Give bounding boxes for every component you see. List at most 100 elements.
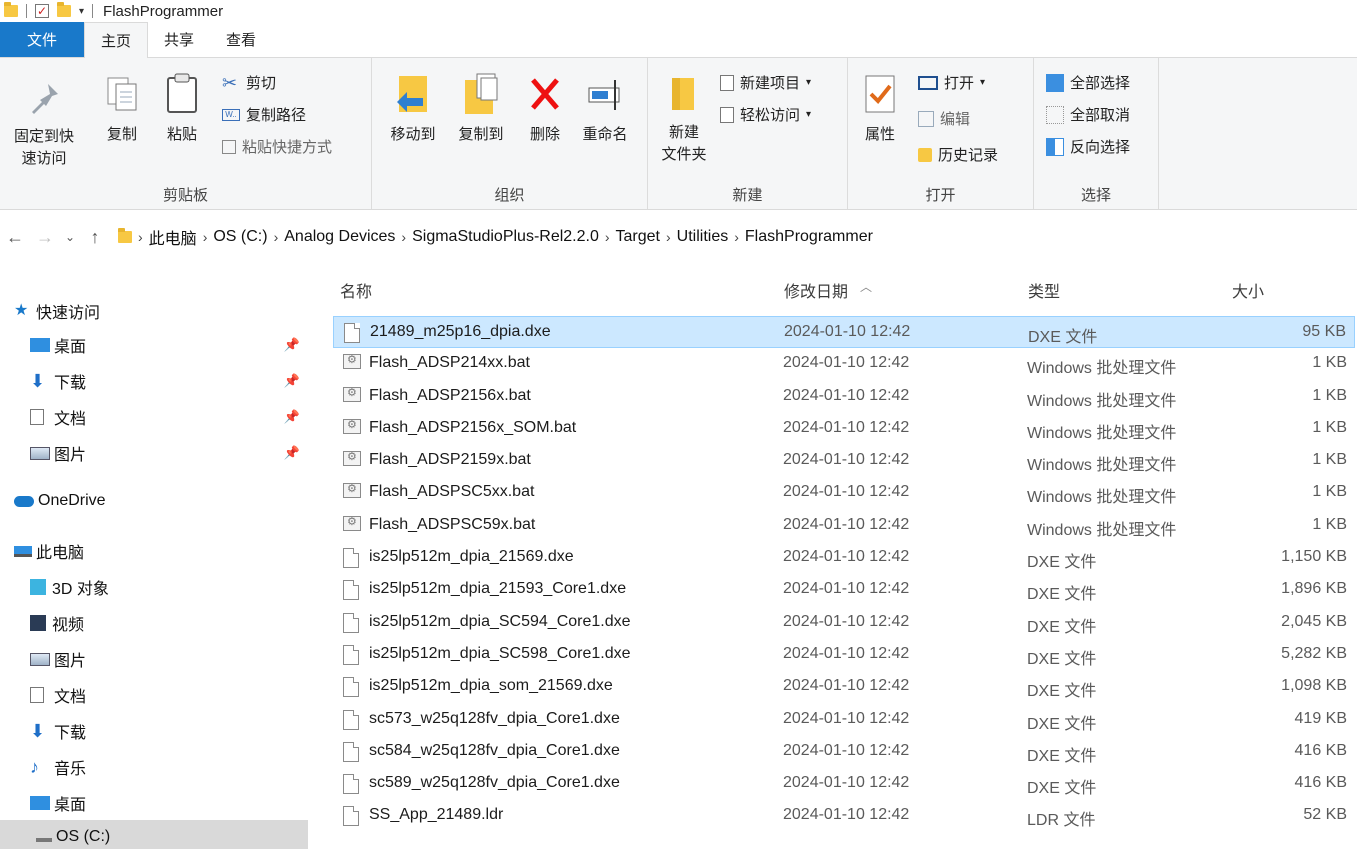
file-row[interactable]: is25lp512m_dpia_som_21569.dxe 2024-01-10 … xyxy=(333,671,1355,703)
pin-icon xyxy=(24,78,64,122)
new-folder-button[interactable]: 新建 文件夹 xyxy=(656,72,712,166)
file-type: Windows 批处理文件 xyxy=(1027,489,1177,507)
pin-icon[interactable]: 📌 xyxy=(284,409,300,425)
delete-button[interactable]: 删除 xyxy=(522,72,568,146)
tab-home[interactable]: 主页 xyxy=(84,22,149,58)
sidebar-item-onedrive[interactable]: OneDrive xyxy=(0,484,308,518)
copy-path-label: 复制路径 xyxy=(246,107,307,124)
pin-icon[interactable]: 📌 xyxy=(284,337,300,353)
paste-shortcut-button[interactable]: 粘贴快捷方式 xyxy=(222,136,332,157)
breadcrumb-item[interactable]: Analog Devices xyxy=(284,228,395,246)
file-row[interactable]: Flash_ADSPSC59x.bat 2024-01-10 12:42 Windo… xyxy=(333,510,1355,542)
file-icon xyxy=(343,709,359,730)
copy-to-button[interactable]: 复制到 xyxy=(448,72,514,146)
sidebar-item-pictures[interactable]: 图片 xyxy=(0,642,308,676)
breadcrumb-separator-icon[interactable]: › xyxy=(401,229,406,245)
copy-path-button[interactable]: W.. 复制路径 xyxy=(222,104,306,125)
customize-dropdown-icon[interactable]: ▾ xyxy=(79,6,84,17)
file-row[interactable]: sc584_w25q128fv_dpia_Core1.dxe 2024-01-10… xyxy=(333,736,1355,768)
breadcrumb-item[interactable]: FlashProgrammer xyxy=(745,228,873,246)
column-header-type[interactable]: 类型 xyxy=(1028,278,1060,302)
sidebar-item-label: 视频 xyxy=(52,617,85,634)
breadcrumb-separator-icon[interactable]: › xyxy=(666,229,671,245)
file-row[interactable]: Flash_ADSP214xx.bat 2024-01-10 12:42 Windo… xyxy=(333,348,1355,380)
history-button[interactable]: 历史记录 xyxy=(918,144,998,165)
breadcrumb[interactable]: › 此电脑 › OS (C:) › Analog Devices › Sigma… xyxy=(118,225,873,249)
sidebar-item-desktop[interactable]: 桌面 📌 xyxy=(0,328,308,362)
sidebar-item-3d-objects[interactable]: 3D 对象 xyxy=(0,570,308,604)
sidebar-item-quick-access[interactable]: ★ 快速访问 xyxy=(0,294,308,328)
pin-icon[interactable]: 📌 xyxy=(284,445,300,461)
quick-access-toolbar: ✓ ▾ xyxy=(0,2,94,18)
sidebar-item-pictures[interactable]: 图片 📌 xyxy=(0,436,308,470)
sidebar-item-documents[interactable]: 文档 xyxy=(0,678,308,712)
file-row[interactable]: is25lp512m_dpia_21569.dxe 2024-01-10 12:4… xyxy=(333,542,1355,574)
sidebar-item-downloads[interactable]: ⬇ 下载 📌 xyxy=(0,364,308,398)
select-none-button[interactable]: 全部取消 xyxy=(1046,104,1130,125)
properties-check-icon[interactable]: ✓ xyxy=(35,4,49,18)
forward-arrow-icon[interactable]: → xyxy=(30,227,60,248)
pin-icon[interactable]: 📌 xyxy=(284,373,300,389)
breadcrumb-separator-icon[interactable]: › xyxy=(274,229,279,245)
properties-button[interactable]: 属性 xyxy=(856,72,904,146)
up-arrow-icon[interactable]: ↑ xyxy=(80,227,110,248)
column-header-size[interactable]: 大小 xyxy=(1232,278,1264,302)
file-date: 2024-01-10 12:42 xyxy=(784,323,911,340)
sidebar-item-music[interactable]: ♪ 音乐 xyxy=(0,750,308,784)
breadcrumb-separator-icon[interactable]: › xyxy=(734,229,739,245)
paste-label: 粘贴 xyxy=(166,126,197,143)
breadcrumb-item[interactable]: 此电脑 xyxy=(149,225,197,249)
video-icon xyxy=(30,615,46,631)
breadcrumb-item[interactable]: Target xyxy=(616,228,660,246)
rename-button[interactable]: 重命名 xyxy=(574,72,636,146)
file-icon xyxy=(343,612,359,633)
file-row[interactable]: is25lp512m_dpia_SC598_Core1.dxe 2024-01-1… xyxy=(333,639,1355,671)
file-row[interactable]: Flash_ADSP2159x.bat 2024-01-10 12:42 Windo… xyxy=(333,445,1355,477)
sidebar-item-downloads[interactable]: ⬇ 下载 xyxy=(0,714,308,748)
column-header-name[interactable]: 名称 xyxy=(340,278,372,302)
select-all-button[interactable]: 全部选择 xyxy=(1046,72,1130,93)
paste-button[interactable]: 粘贴 xyxy=(156,72,208,146)
file-row[interactable]: Flash_ADSP2156x_SOM.bat 2024-01-10 12:42 W… xyxy=(333,413,1355,445)
breadcrumb-item[interactable]: OS (C:) xyxy=(213,228,267,246)
file-row[interactable]: sc589_w25q128fv_dpia_Core1.dxe 2024-01-10… xyxy=(333,768,1355,800)
file-row[interactable]: 21489_m25p16_dpia.dxe 2024-01-10 12:42 DXE… xyxy=(333,316,1355,349)
file-row[interactable]: sc573_w25q128fv_dpia_Core1.dxe 2024-01-10… xyxy=(333,704,1355,736)
file-row[interactable]: SS_App_21489.ldr 2024-01-10 12:42 LDR 文件 52… xyxy=(333,800,1355,832)
easy-access-button[interactable]: 轻松访问 ▾ xyxy=(720,104,811,125)
file-row[interactable]: Flash_ADSP2156x.bat 2024-01-10 12:42 Windo… xyxy=(333,381,1355,413)
recent-locations-chevron-icon[interactable]: ⌄ xyxy=(60,230,80,244)
tab-file[interactable]: 文件 xyxy=(0,22,84,57)
tab-view[interactable]: 查看 xyxy=(210,22,272,57)
column-header-date[interactable]: 修改日期 xyxy=(784,278,848,302)
file-row[interactable]: is25lp512m_dpia_SC594_Core1.dxe 2024-01-1… xyxy=(333,607,1355,639)
file-row[interactable]: Flash_ADSPSC5xx.bat 2024-01-10 12:42 Windo… xyxy=(333,477,1355,509)
sidebar-item-this-pc[interactable]: 此电脑 xyxy=(0,534,308,568)
invert-selection-button[interactable]: 反向选择 xyxy=(1046,136,1130,157)
edit-button[interactable]: 编辑 xyxy=(918,108,970,129)
file-name: is25lp512m_dpia_SC598_Core1.dxe xyxy=(369,644,631,662)
file-row[interactable]: is25lp512m_dpia_21593_Core1.dxe 2024-01-1… xyxy=(333,574,1355,606)
breadcrumb-separator-icon[interactable]: › xyxy=(203,229,208,245)
new-item-icon xyxy=(720,74,734,91)
move-to-button[interactable]: 移动到 xyxy=(380,72,446,146)
file-type: DXE 文件 xyxy=(1027,650,1097,668)
breadcrumb-separator-icon[interactable]: › xyxy=(138,229,143,245)
sidebar-item-desktop[interactable]: 桌面 xyxy=(0,786,308,820)
breadcrumb-separator-icon[interactable]: › xyxy=(605,229,610,245)
breadcrumb-item[interactable]: Utilities xyxy=(677,228,729,246)
sidebar-item-videos[interactable]: 视频 xyxy=(0,606,308,640)
tab-share[interactable]: 共享 xyxy=(148,22,210,57)
breadcrumb-item[interactable]: SigmaStudioPlus-Rel2.2.0 xyxy=(412,228,599,246)
cut-button[interactable]: ✂ 剪切 xyxy=(222,72,276,93)
new-item-button[interactable]: 新建项目 ▾ xyxy=(720,72,811,93)
open-button[interactable]: 打开 ▾ xyxy=(918,72,985,93)
sidebar-item-os-drive[interactable]: OS (C:) xyxy=(0,820,308,849)
new-folder-icon[interactable] xyxy=(57,2,71,17)
back-arrow-icon[interactable]: ← xyxy=(0,227,30,248)
sidebar-item-documents[interactable]: 文档 📌 xyxy=(0,400,308,434)
document-icon xyxy=(30,409,44,425)
edit-label: 编辑 xyxy=(940,111,971,128)
pin-to-quick-access-button[interactable]: 固定到快 速访问 xyxy=(2,78,86,170)
copy-button[interactable]: 复制 xyxy=(96,72,148,146)
